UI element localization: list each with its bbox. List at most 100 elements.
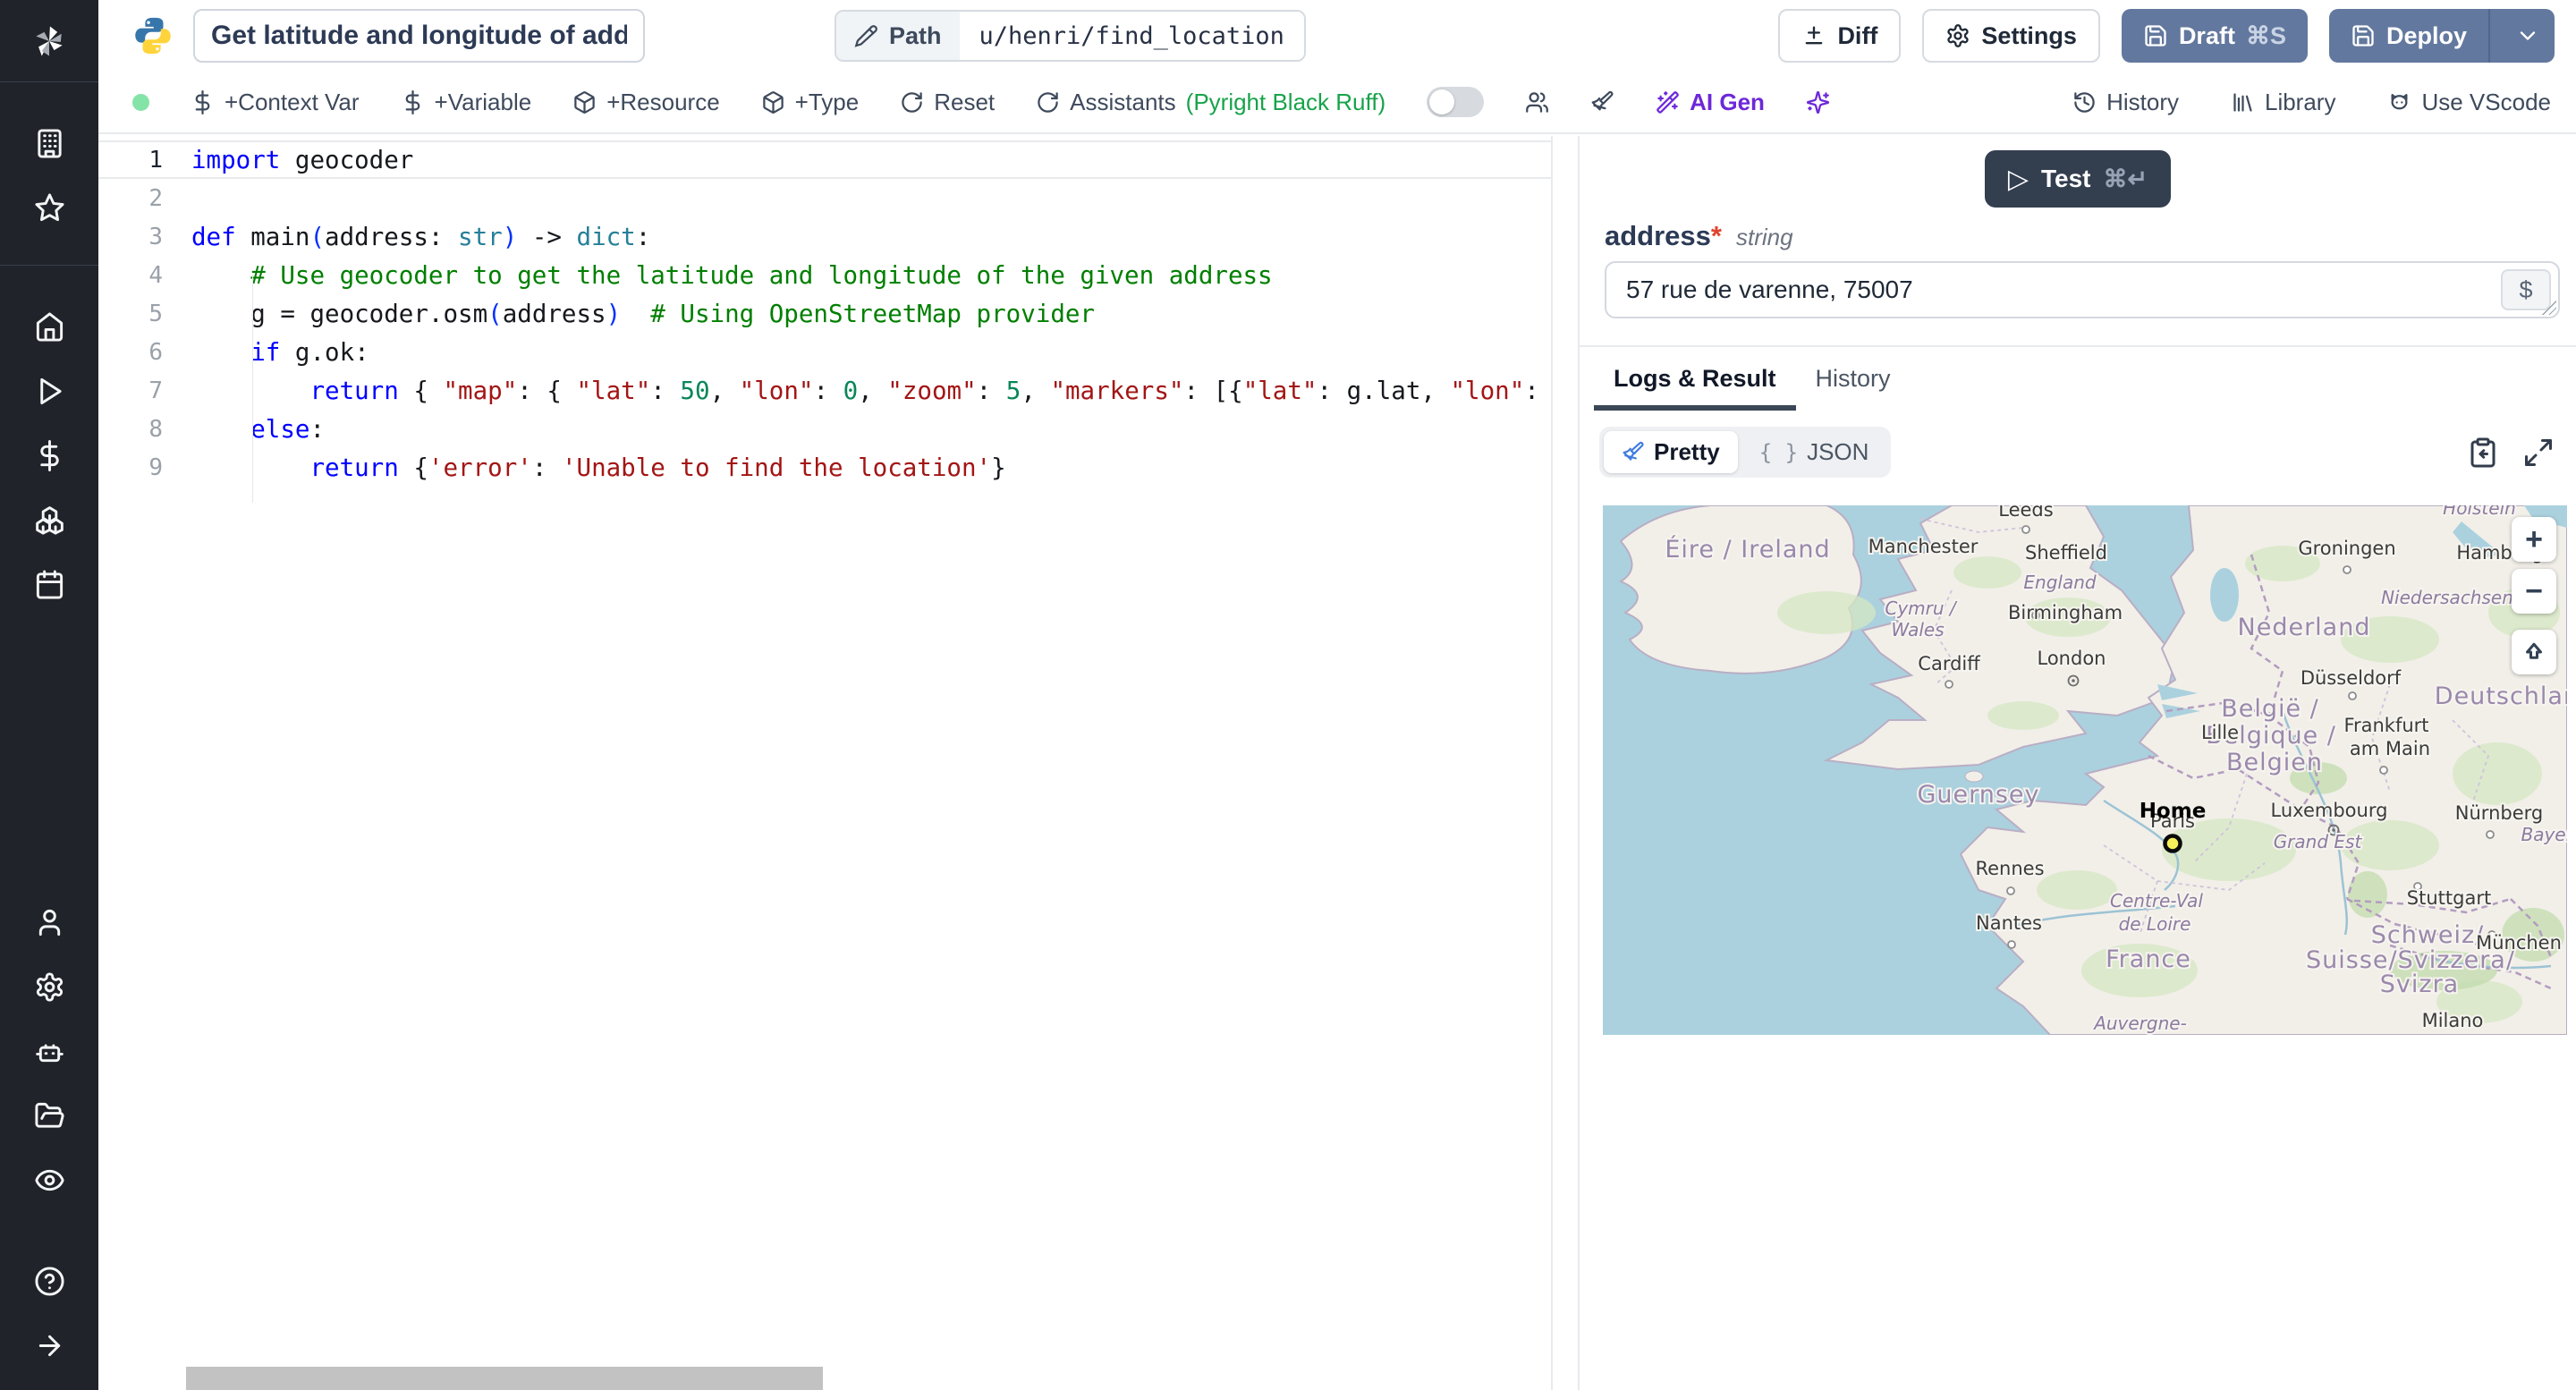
map-city-dot (2343, 565, 2351, 574)
expand-sidebar-icon[interactable] (17, 1313, 81, 1377)
user-icon[interactable] (17, 890, 81, 954)
home-marker[interactable] (2163, 834, 2182, 853)
result-map[interactable]: Éire / Ireland Nederland Deutschland België… (1603, 505, 2567, 1035)
map-label-france: France (2106, 945, 2191, 973)
map-label-rennes: Rennes (1975, 858, 2044, 879)
script-name-input[interactable] (193, 9, 645, 63)
arg-required-star: * (1710, 220, 1722, 251)
map-reset-view-button[interactable] (2512, 630, 2556, 674)
json-label: JSON (1807, 438, 1869, 465)
map-label-centre-val: Centre-Val (2110, 890, 2203, 911)
runs-icon[interactable] (17, 359, 81, 423)
tab-logs-result[interactable]: Logs & Result (1594, 347, 1796, 411)
tab-history[interactable]: History (1796, 347, 1911, 411)
help-icon[interactable] (17, 1249, 81, 1313)
json-view-button[interactable]: { } JSON (1741, 431, 1887, 473)
map-zoom-in-button[interactable]: + (2512, 517, 2556, 562)
map-label--ire-ireland: Éire / Ireland (1665, 535, 1830, 564)
deploy-button[interactable]: Deploy (2328, 9, 2555, 63)
workers-icon[interactable] (17, 1019, 81, 1083)
assistants-button[interactable]: Assistants (Pyright Black Ruff) (1036, 89, 1385, 116)
code-line-6[interactable]: 6 if g.ok: (98, 333, 1551, 371)
map-canvas: Éire / Ireland Nederland Deutschland België… (1603, 505, 2567, 1035)
code-line-2[interactable]: 2 (98, 179, 1551, 217)
multiplayer-toggle[interactable] (1427, 87, 1485, 117)
line-number: 4 (148, 261, 163, 289)
format-brush-icon[interactable] (1590, 90, 1614, 114)
map-label-manchester: Manchester (1868, 536, 1979, 557)
settings-icon[interactable] (17, 954, 81, 1019)
map-label-auvergne-: Auvergne- (2092, 1013, 2187, 1034)
copy-result-button[interactable] (2467, 436, 2499, 469)
address-input[interactable] (1605, 261, 2560, 318)
home-icon[interactable] (17, 294, 81, 359)
code-line-7[interactable]: 7 return { "map": { "lat": 50, "lon": 0,… (98, 371, 1551, 410)
deploy-dropdown[interactable] (2501, 23, 2555, 48)
toolbar-right: History Library Use VScode (2072, 89, 2551, 116)
diff-button[interactable]: Diff (1778, 9, 1902, 63)
draft-button[interactable]: Draft ⌘S (2121, 9, 2308, 63)
map-label-belgi-: België / (2221, 695, 2319, 723)
windmill-logo[interactable] (0, 0, 98, 82)
add-context-var-button[interactable]: +Context Var (191, 89, 360, 116)
pretty-view-button[interactable]: Pretty (1604, 431, 1738, 473)
folders-icon[interactable] (17, 1083, 81, 1148)
code-text: if g.ok: (250, 337, 369, 367)
settings-button[interactable]: Settings (1922, 9, 2100, 63)
ai-gen-button[interactable]: AI Gen (1656, 89, 1765, 116)
code-line-4[interactable]: 4 # Use geocoder to get the latitude and… (98, 256, 1551, 294)
code-line-3[interactable]: 3 def main(address: str) -> dict: (98, 217, 1551, 256)
ai-sparkles-icon[interactable] (1806, 90, 1830, 114)
use-vscode-button[interactable]: Use VScode (2387, 89, 2551, 116)
workspace-icon[interactable] (17, 111, 81, 175)
map-label-cymru-: Cymru / (1885, 598, 1958, 619)
favorites-icon[interactable] (17, 175, 81, 240)
settings-label: Settings (1981, 21, 2077, 49)
map-label-milano: Milano (2422, 1010, 2484, 1031)
code-line-1[interactable]: 1 import geocoder (98, 140, 1551, 179)
audit-icon[interactable] (17, 1148, 81, 1212)
pencil-icon (854, 24, 877, 47)
map-label-m-nchen: München (2476, 932, 2562, 954)
schedules-icon[interactable] (17, 552, 81, 616)
indent-guide (252, 275, 253, 503)
code-line-5[interactable]: 5 g = geocoder.osm(address) # Using Open… (98, 294, 1551, 333)
code-line-9[interactable]: 9 return {'error': 'Unable to find the l… (98, 448, 1551, 487)
variables-icon[interactable] (17, 423, 81, 487)
diff-label: Diff (1837, 21, 1878, 49)
resources-icon[interactable] (17, 487, 81, 552)
draft-shortcut: ⌘S (2245, 21, 2286, 49)
test-button[interactable]: ▷ Test ⌘↵ (1984, 150, 2172, 208)
map-label-luxembourg: Luxembourg (2271, 800, 2388, 821)
path-field[interactable]: Path u/henri/find_location (835, 10, 1306, 62)
horizontal-scrollbar[interactable] (186, 1367, 823, 1390)
path-label-text: Path (889, 21, 942, 49)
code-line-8[interactable]: 8 else: (98, 410, 1551, 448)
top-header: Path u/henri/find_location Diff Settings… (98, 0, 2576, 72)
library-button[interactable]: Library (2231, 89, 2335, 116)
add-variable-button[interactable]: +Variable (401, 89, 531, 116)
reset-button[interactable]: Reset (900, 89, 995, 116)
draft-label: Draft (2178, 21, 2235, 49)
map-zoom-out-button[interactable]: − (2512, 569, 2556, 614)
line-number: 2 (148, 184, 163, 212)
play-icon: ▷ (2007, 164, 2029, 194)
chevron-down-icon (2520, 31, 2536, 40)
brush-icon (1623, 441, 1644, 461)
map-label-grand-est: Grand Est (2274, 831, 2363, 852)
test-label: Test (2040, 165, 2091, 192)
input-resize-handle[interactable] (2542, 301, 2556, 315)
code-text: return {'error': 'Unable to find the loc… (309, 453, 1006, 482)
toolbar-left: +Context Var +Variable +Resource +Type Reset… (132, 87, 1830, 117)
multiplayer-users-icon[interactable] (1525, 90, 1549, 114)
map-city-dot (2486, 830, 2495, 839)
add-type-button[interactable]: +Type (761, 89, 859, 116)
map-label-england: England (2023, 572, 2096, 593)
code-editor[interactable]: 1 import geocoder 2 3 def main(address: str)… (98, 136, 1553, 1390)
add-resource-button[interactable]: +Resource (572, 89, 720, 116)
map-label-niedersachsen: Niedersachsen (2381, 587, 2513, 608)
map-label-de-loire: de Loire (2119, 913, 2191, 935)
expand-result-button[interactable] (2522, 436, 2555, 469)
map-label-bayern: Bayern (2521, 824, 2567, 845)
history-button[interactable]: History (2072, 89, 2179, 116)
